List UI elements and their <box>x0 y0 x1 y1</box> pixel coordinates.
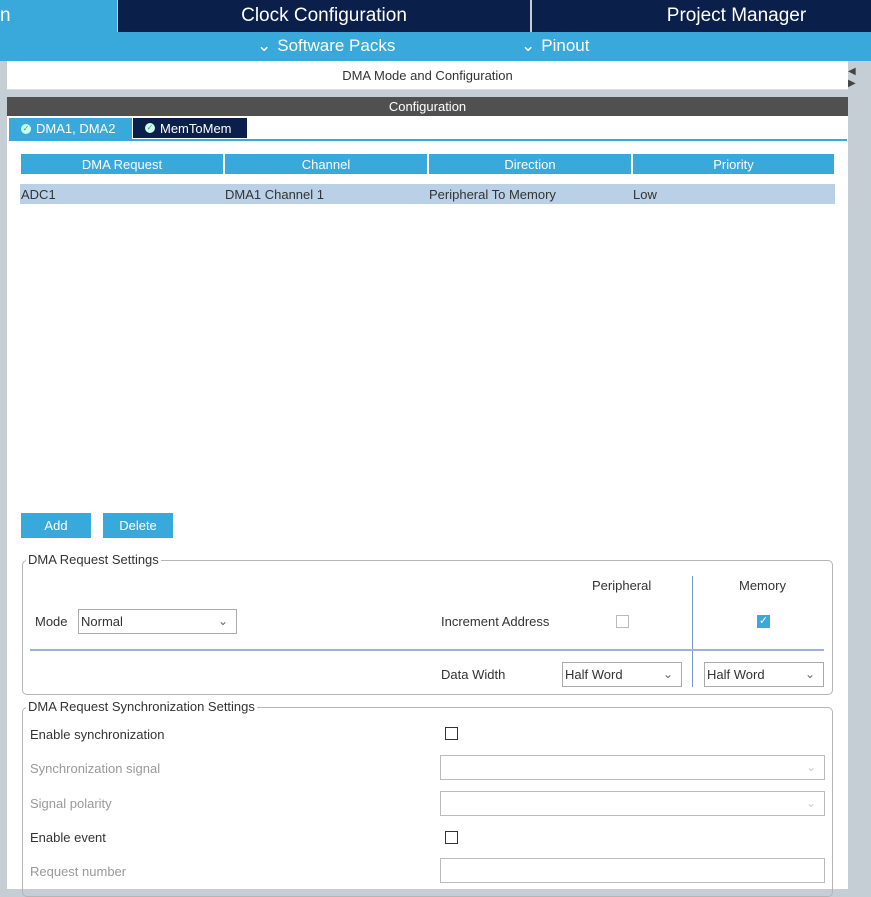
column-header-priority[interactable]: Priority <box>633 154 834 174</box>
signal-polarity-select[interactable]: ⌄ <box>440 791 825 816</box>
chevron-down-icon: ⌄ <box>217 614 228 628</box>
column-header-channel[interactable]: Channel <box>225 154 427 174</box>
select-value: Normal <box>81 614 123 629</box>
sub-menu-bar <box>0 32 871 61</box>
memory-increment-checkbox[interactable]: ✓ <box>757 615 770 628</box>
software-packs-menu[interactable]: ⌄ Software Packs <box>257 36 395 56</box>
chevron-down-icon: ⌄ <box>257 36 272 55</box>
panel-title: DMA Mode and Configuration <box>7 61 848 90</box>
configuration-header: Configuration <box>7 97 848 116</box>
column-header-direction[interactable]: Direction <box>429 154 631 174</box>
chevron-down-icon: ⌄ <box>804 667 815 681</box>
mode-label: Mode <box>35 614 68 629</box>
check-circle-icon: ✓ <box>145 123 155 133</box>
table-cell[interactable]: Peripheral To Memory <box>428 184 632 204</box>
tab-dma1-dma2[interactable]: ✓ DMA1, DMA2 <box>9 118 132 139</box>
tab-label: DMA1, DMA2 <box>36 121 116 136</box>
checkmark-icon: ✓ <box>758 615 769 627</box>
enable-event-checkbox[interactable] <box>445 831 458 844</box>
add-button[interactable]: Add <box>21 513 91 538</box>
pinout-menu[interactable]: ⌄ Pinout <box>521 36 589 56</box>
tab-label: MemToMem <box>160 120 232 136</box>
group-legend: DMA Request Synchronization Settings <box>26 699 257 714</box>
table-cell[interactable]: ADC1 <box>20 184 224 204</box>
tab-label: Clock Configuration <box>241 5 407 26</box>
sync-signal-label: Synchronization signal <box>30 761 161 776</box>
check-circle-icon: ✓ <box>21 123 31 134</box>
tab-label: Project Manager <box>666 5 807 26</box>
request-number-input[interactable] <box>440 858 825 883</box>
request-number-label: Request number <box>30 864 127 879</box>
tab-clock-configuration[interactable]: Clock Configuration <box>118 0 530 32</box>
tab-label: n <box>0 5 11 26</box>
select-value: Half Word <box>565 667 623 682</box>
select-value: Half Word <box>707 667 765 682</box>
enable-sync-label: Enable synchronization <box>30 727 165 742</box>
peripheral-increment-checkbox[interactable] <box>616 615 629 628</box>
table-cell[interactable]: DMA1 Channel 1 <box>224 184 428 204</box>
signal-polarity-label: Signal polarity <box>30 796 112 811</box>
menu-label: Software Packs <box>277 36 396 55</box>
sync-signal-select[interactable]: ⌄ <box>440 755 825 780</box>
collapse-arrows-icon[interactable]: ◀ ▶ <box>848 66 856 90</box>
column-header-dma-request[interactable]: DMA Request <box>21 154 223 174</box>
tab-pinout-configuration[interactable]: n <box>0 0 117 32</box>
table-cell[interactable]: Low <box>632 184 835 204</box>
chevron-down-icon: ⌄ <box>521 36 536 55</box>
tab-memtomem[interactable]: ✓ MemToMem <box>133 118 247 138</box>
chevron-down-icon: ⌄ <box>805 760 816 774</box>
memory-data-width-select[interactable]: Half Word ⌄ <box>704 662 824 687</box>
chevron-down-icon: ⌄ <box>805 796 816 810</box>
memory-label: Memory <box>739 578 786 593</box>
menu-label: Pinout <box>541 36 590 55</box>
data-width-label: Data Width <box>441 667 506 682</box>
chevron-down-icon: ⌄ <box>662 667 673 681</box>
enable-event-label: Enable event <box>30 830 106 845</box>
tab-project-manager[interactable]: Project Manager <box>532 0 871 32</box>
peripheral-data-width-select[interactable]: Half Word ⌄ <box>562 662 682 687</box>
enable-sync-checkbox[interactable] <box>445 727 458 740</box>
group-legend: DMA Request Settings <box>26 552 161 567</box>
peripheral-label: Peripheral <box>592 578 652 593</box>
delete-button[interactable]: Delete <box>103 513 173 538</box>
mode-select[interactable]: Normal ⌄ <box>78 609 237 634</box>
increment-address-label: Increment Address <box>441 614 550 629</box>
